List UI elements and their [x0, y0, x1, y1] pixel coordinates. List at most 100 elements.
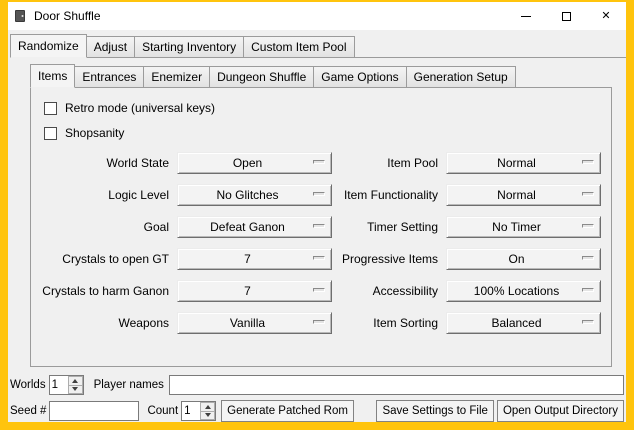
item-pool-dropdown[interactable]: Normal	[446, 152, 601, 174]
window-content: Randomize Adjust Starting Inventory Cust…	[8, 30, 626, 422]
progressive-items-label: Progressive Items	[338, 252, 440, 266]
randomize-panel: Items Entrances Enemizer Dungeon Shuffle…	[30, 64, 612, 367]
item-functionality-dropdown[interactable]: Normal	[446, 184, 601, 206]
main-tab-bar: Randomize Adjust Starting Inventory Cust…	[10, 34, 626, 58]
dropdown-indicator-icon	[582, 320, 594, 324]
close-button[interactable]: ✕	[586, 2, 626, 30]
worlds-label: Worlds	[10, 379, 46, 391]
count-input[interactable]	[182, 402, 200, 420]
window-controls: ✕	[506, 2, 626, 30]
tab-adjust[interactable]: Adjust	[86, 36, 135, 58]
dropdown-value: Vanilla	[230, 316, 279, 330]
item-sorting-dropdown[interactable]: Balanced	[446, 312, 601, 334]
checkbox-box[interactable]	[44, 127, 57, 140]
goal-dropdown[interactable]: Defeat Ganon	[177, 216, 332, 238]
tab-game-options[interactable]: Game Options	[313, 66, 406, 88]
crystals-ganon-label: Crystals to harm Ganon	[39, 284, 171, 298]
randomize-tab-bar: Items Entrances Enemizer Dungeon Shuffle…	[30, 64, 612, 88]
maximize-icon	[562, 12, 571, 21]
dropdown-indicator-icon	[582, 256, 594, 260]
tab-randomize[interactable]: Randomize	[10, 34, 87, 58]
count-label: Count	[147, 405, 178, 417]
down-arrow-icon	[72, 387, 78, 391]
weapons-label: Weapons	[39, 316, 171, 330]
dropdown-value: On	[508, 252, 538, 266]
dropdown-value: 7	[244, 284, 265, 298]
dropdown-value: Normal	[497, 188, 550, 202]
shopsanity-checkbox[interactable]: Shopsanity	[44, 126, 603, 140]
app-icon	[12, 8, 28, 24]
dropdown-value: No Glitches	[216, 188, 292, 202]
tab-dungeon-shuffle[interactable]: Dungeon Shuffle	[209, 66, 314, 88]
dropdown-value: Defeat Ganon	[210, 220, 299, 234]
dropdown-indicator-icon	[582, 192, 594, 196]
down-arrow-icon	[205, 413, 211, 417]
tab-starting-inventory[interactable]: Starting Inventory	[134, 36, 244, 58]
seed-label: Seed #	[10, 405, 46, 417]
close-icon: ✕	[601, 11, 610, 22]
worlds-row: Worlds Player names	[10, 375, 624, 395]
seed-row: Seed # Count Generate Patched Rom Save S…	[10, 400, 624, 422]
dropdown-value: 7	[244, 252, 265, 266]
count-spinner[interactable]	[181, 401, 216, 421]
save-settings-button[interactable]: Save Settings to File	[376, 400, 493, 422]
dropdown-indicator-icon	[313, 160, 325, 164]
window-title: Door Shuffle	[34, 9, 101, 23]
bottom-bar: Worlds Player names Seed # Count	[8, 367, 626, 422]
worlds-spinner[interactable]	[49, 375, 84, 395]
dropdown-indicator-icon	[313, 256, 325, 260]
goal-label: Goal	[39, 220, 171, 234]
minimize-button[interactable]	[506, 2, 546, 30]
crystals-ganon-dropdown[interactable]: 7	[177, 280, 332, 302]
dropdown-indicator-icon	[582, 160, 594, 164]
dropdown-value: No Timer	[492, 220, 555, 234]
titlebar: Door Shuffle ✕	[8, 2, 626, 30]
crystals-gt-dropdown[interactable]: 7	[177, 248, 332, 270]
logic-level-dropdown[interactable]: No Glitches	[177, 184, 332, 206]
retro-mode-label: Retro mode (universal keys)	[65, 101, 215, 115]
settings-grid: World State Open Item Pool Normal Logic …	[39, 152, 603, 334]
worlds-input[interactable]	[50, 376, 68, 394]
spinner-buttons	[68, 376, 83, 394]
checkbox-box[interactable]	[44, 102, 57, 115]
retro-mode-checkbox[interactable]: Retro mode (universal keys)	[44, 101, 603, 115]
player-names-label: Player names	[94, 379, 164, 391]
minimize-icon	[521, 16, 531, 17]
shopsanity-label: Shopsanity	[65, 126, 124, 140]
tab-generation-setup[interactable]: Generation Setup	[406, 66, 516, 88]
maximize-button[interactable]	[546, 2, 586, 30]
world-state-dropdown[interactable]: Open	[177, 152, 332, 174]
item-pool-label: Item Pool	[338, 156, 440, 170]
dropdown-indicator-icon	[313, 224, 325, 228]
timer-setting-label: Timer Setting	[338, 220, 440, 234]
dropdown-value: Balanced	[491, 316, 555, 330]
dropdown-indicator-icon	[582, 224, 594, 228]
crystals-gt-label: Crystals to open GT	[39, 252, 171, 266]
weapons-dropdown[interactable]: Vanilla	[177, 312, 332, 334]
timer-setting-dropdown[interactable]: No Timer	[446, 216, 601, 238]
generate-patched-rom-button[interactable]: Generate Patched Rom	[221, 400, 354, 422]
tab-enemizer[interactable]: Enemizer	[143, 66, 210, 88]
dropdown-indicator-icon	[313, 320, 325, 324]
up-arrow-icon	[205, 405, 211, 409]
dropdown-value: Open	[233, 156, 276, 170]
dropdown-indicator-icon	[313, 288, 325, 292]
accessibility-dropdown[interactable]: 100% Locations	[446, 280, 601, 302]
item-sorting-label: Item Sorting	[338, 316, 440, 330]
up-arrow-icon	[72, 379, 78, 383]
items-panel: Retro mode (universal keys) Shopsanity W…	[30, 88, 612, 367]
seed-input[interactable]	[49, 401, 139, 421]
logic-level-label: Logic Level	[39, 188, 171, 202]
tab-entrances[interactable]: Entrances	[74, 66, 144, 88]
player-names-input[interactable]	[169, 375, 624, 395]
spin-down-button[interactable]	[68, 385, 83, 395]
spin-down-button[interactable]	[200, 411, 215, 421]
tab-items[interactable]: Items	[30, 64, 75, 88]
tab-custom-item-pool[interactable]: Custom Item Pool	[243, 36, 354, 58]
spinner-buttons	[200, 402, 215, 420]
progressive-items-dropdown[interactable]: On	[446, 248, 601, 270]
app-window: Door Shuffle ✕ Randomize Adjust Starting…	[0, 0, 634, 430]
accessibility-label: Accessibility	[338, 284, 440, 298]
dropdown-value: 100% Locations	[474, 284, 573, 298]
open-output-directory-button[interactable]: Open Output Directory	[497, 400, 624, 422]
